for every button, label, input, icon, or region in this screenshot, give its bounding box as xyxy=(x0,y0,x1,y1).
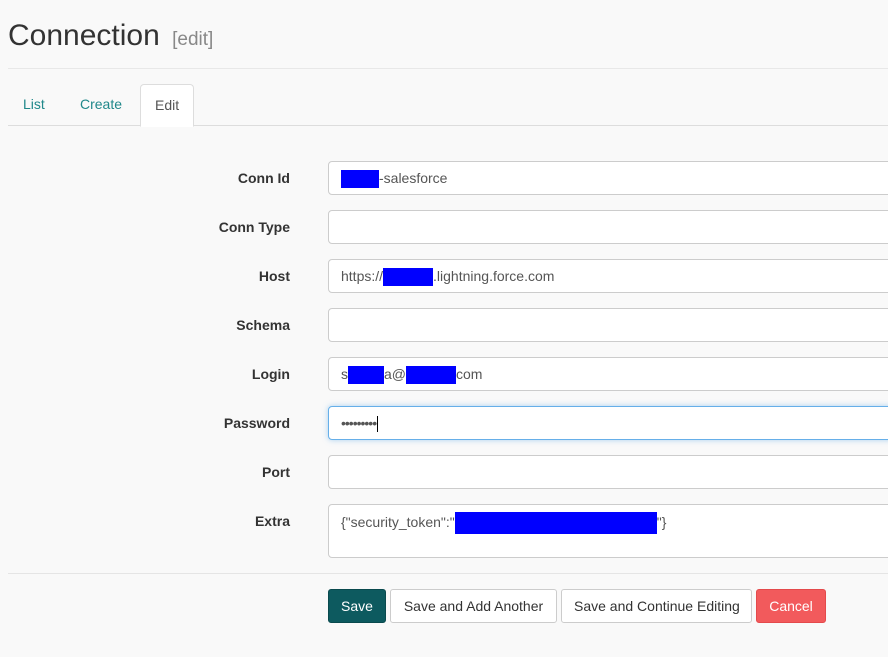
header-divider xyxy=(8,68,888,69)
tab-create[interactable]: Create xyxy=(65,84,137,125)
redaction-mark xyxy=(348,366,384,385)
page-subtitle: [edit] xyxy=(172,29,214,50)
conn-type-row: Conn Type xyxy=(0,210,888,244)
save-and-continue-editing-button[interactable]: Save and Continue Editing xyxy=(561,589,752,623)
login-value-prefix: s xyxy=(341,366,348,382)
schema-label: Schema xyxy=(236,317,290,333)
host-input[interactable]: https:// .lightning.force.com xyxy=(328,259,888,293)
host-row: Host https:// .lightning.force.com xyxy=(0,259,888,293)
extra-value-suffix: "} xyxy=(656,514,667,530)
text-cursor xyxy=(377,416,379,433)
tab-bar: List Create Edit xyxy=(8,84,888,127)
save-and-add-another-button[interactable]: Save and Add Another xyxy=(390,589,557,623)
password-value: ••••••••• xyxy=(341,415,377,431)
login-row: Login s a@ com xyxy=(0,357,888,391)
redaction-mark xyxy=(406,366,456,385)
login-value-suffix: com xyxy=(456,366,483,382)
extra-label: Extra xyxy=(254,513,290,529)
conn-id-label: Conn Id xyxy=(237,170,290,186)
login-input[interactable]: s a@ com xyxy=(328,357,888,391)
extra-textarea[interactable]: {"security_token":" "} xyxy=(328,504,888,558)
conn-id-input[interactable]: -salesforce xyxy=(328,161,888,195)
page-title-text: Connection xyxy=(8,19,160,52)
conn-id-row: Conn Id -salesforce xyxy=(0,161,888,195)
cancel-button[interactable]: Cancel xyxy=(756,589,826,623)
schema-row: Schema xyxy=(0,308,888,342)
port-row: Port xyxy=(0,455,888,489)
save-button[interactable]: Save xyxy=(328,589,386,623)
conn-id-value: -salesforce xyxy=(379,170,448,186)
host-label: Host xyxy=(258,268,290,284)
redaction-mark xyxy=(454,512,657,535)
conn-type-select[interactable] xyxy=(328,210,888,244)
password-input[interactable]: ••••••••• xyxy=(328,406,888,440)
login-value-middle: a@ xyxy=(384,366,406,382)
port-label: Port xyxy=(262,464,290,480)
login-label: Login xyxy=(251,366,290,382)
password-row: Password ••••••••• xyxy=(0,406,888,440)
form-divider xyxy=(8,573,888,574)
redaction-mark xyxy=(383,268,434,287)
conn-type-label: Conn Type xyxy=(218,219,290,235)
redaction-mark xyxy=(341,170,379,189)
schema-input[interactable] xyxy=(328,308,888,342)
password-label: Password xyxy=(223,415,290,431)
page-title: Connection [edit] xyxy=(8,18,213,58)
tab-list[interactable]: List xyxy=(8,84,60,125)
extra-row: Extra {"security_token":" "} xyxy=(0,504,888,558)
extra-value-prefix: {"security_token":" xyxy=(341,514,455,530)
tab-edit[interactable]: Edit xyxy=(140,84,195,127)
host-value-suffix: .lightning.force.com xyxy=(433,268,555,284)
host-value-prefix: https:// xyxy=(341,268,384,284)
port-input[interactable] xyxy=(328,455,888,489)
